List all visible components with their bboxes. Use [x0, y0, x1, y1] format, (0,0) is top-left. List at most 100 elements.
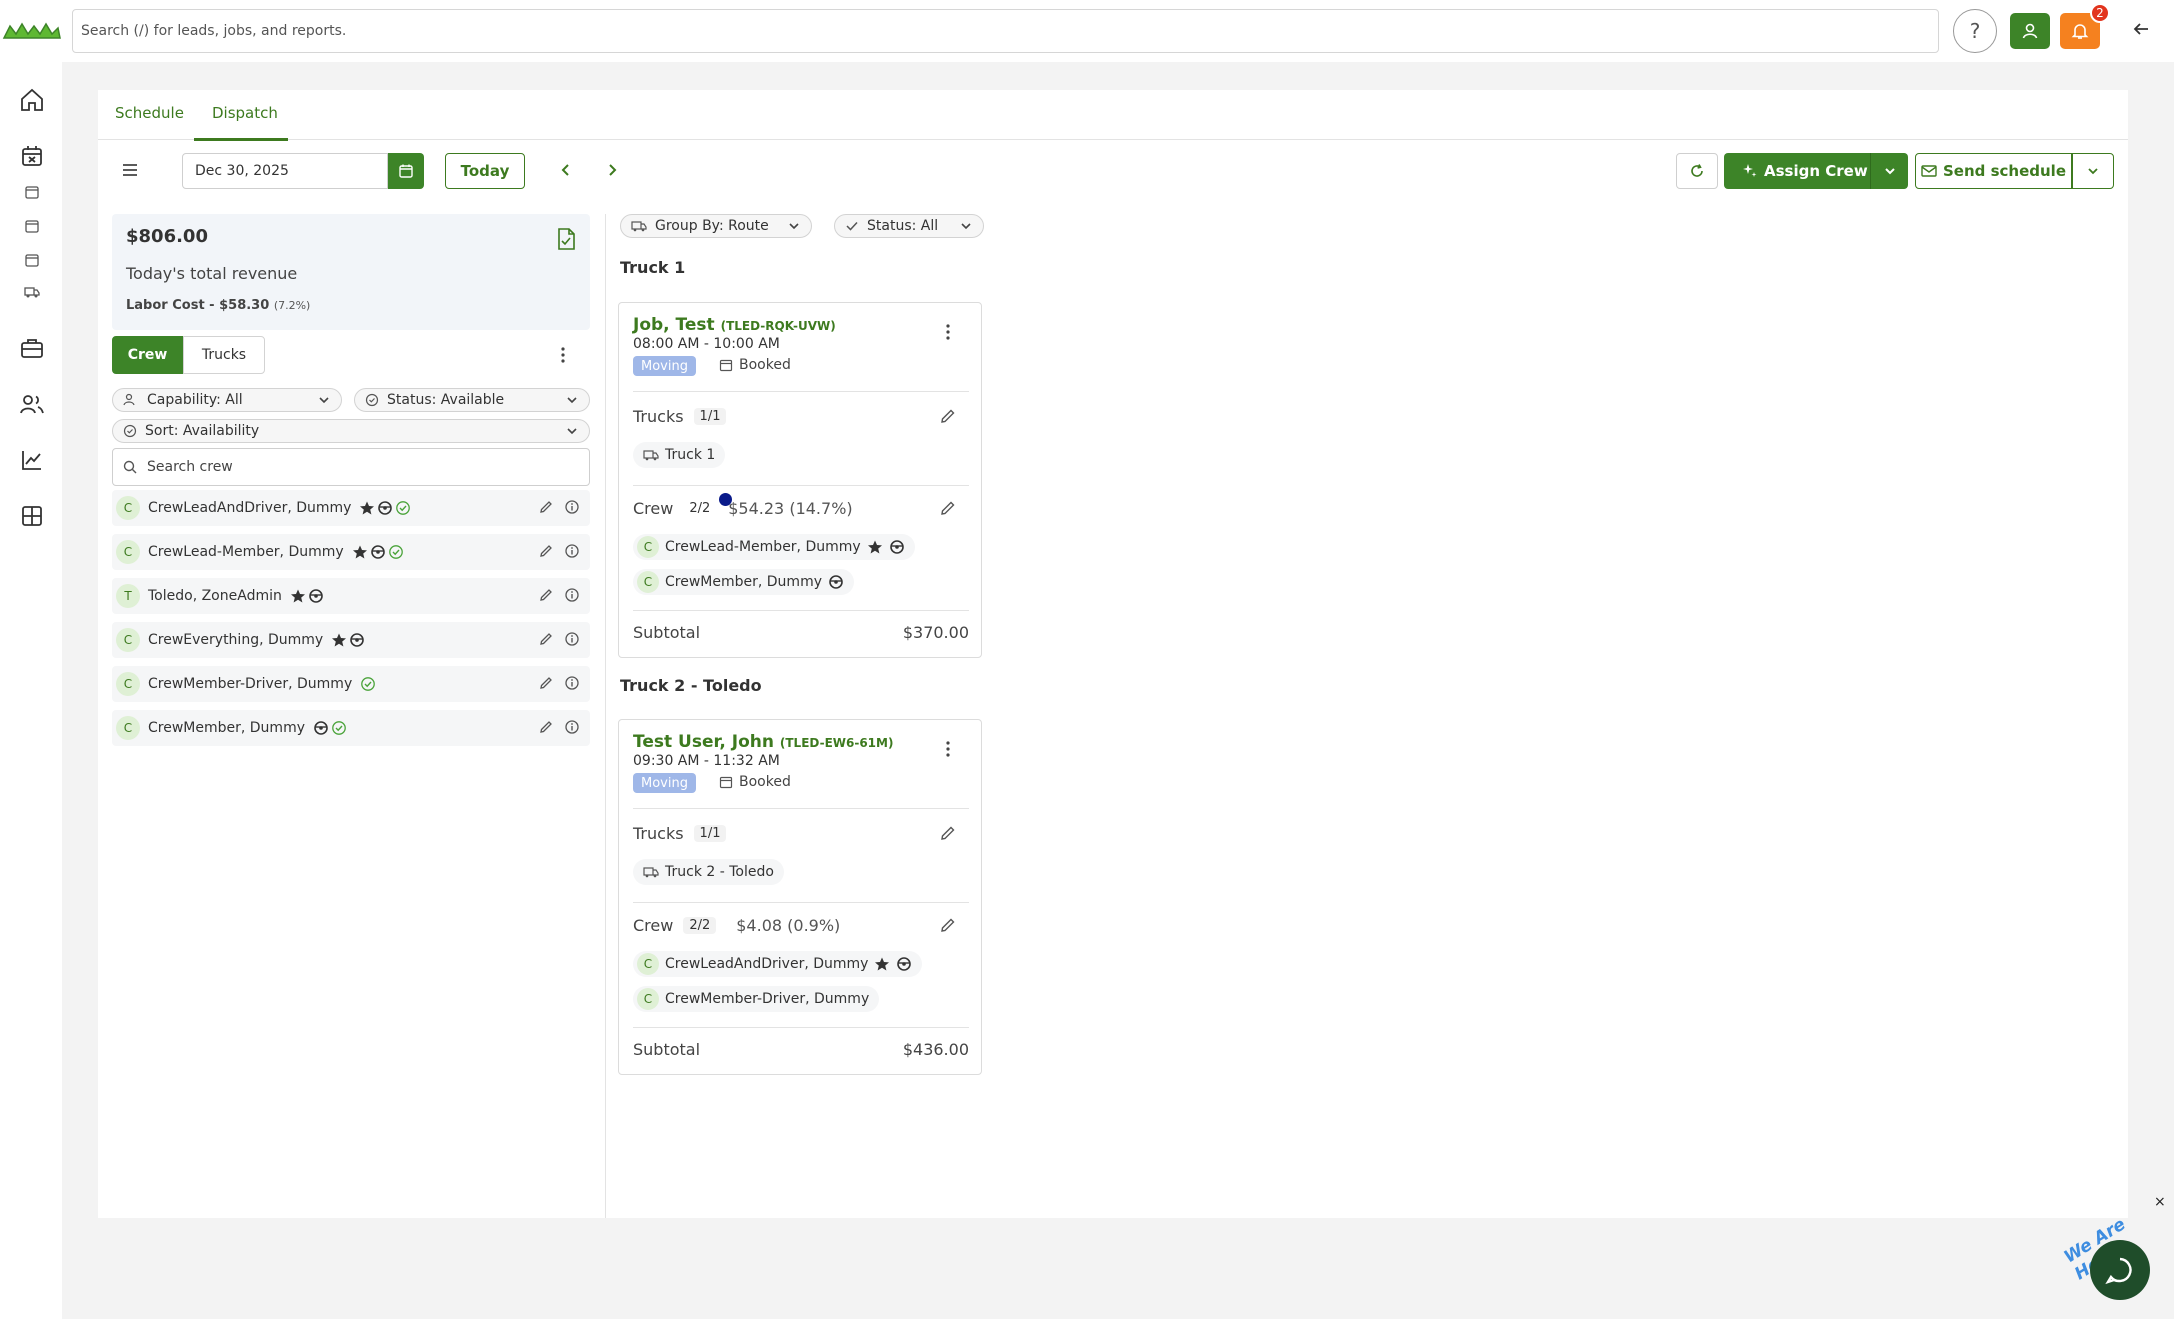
steering-wheel-icon: [889, 540, 904, 554]
edit-icon[interactable]: [538, 675, 554, 691]
crew-member-chip[interactable]: C CrewLead-Member, Dummy: [633, 534, 915, 560]
labor-cost: Labor Cost - $58.30 (7.2%): [126, 298, 311, 313]
help-button[interactable]: ?: [1953, 9, 1997, 53]
notification-count-badge: 2: [2090, 3, 2110, 23]
tab-dispatch[interactable]: Dispatch: [212, 104, 278, 122]
truck-icon: [643, 867, 659, 878]
app-logo[interactable]: [2, 20, 62, 42]
edit-icon[interactable]: [939, 407, 957, 425]
job-name[interactable]: Test User, John (TLED-EW6-61M): [633, 732, 893, 752]
info-icon[interactable]: [564, 587, 580, 603]
grid-icon[interactable]: [18, 502, 46, 530]
sort-filter[interactable]: Sort: Availability: [112, 419, 590, 443]
crew-row[interactable]: C CrewLeadAndDriver, Dummy: [112, 490, 590, 526]
refresh-icon: [1691, 164, 1703, 177]
calendar-days-icon[interactable]: [18, 246, 46, 274]
edit-icon[interactable]: [538, 587, 554, 603]
info-icon[interactable]: [564, 543, 580, 559]
chevron-down-icon: [961, 223, 971, 230]
crew-member-chip[interactable]: C CrewMember, Dummy: [633, 569, 854, 595]
trucks-toggle[interactable]: Trucks: [183, 336, 265, 374]
back-arrow-icon[interactable]: [2132, 20, 2150, 38]
date-input[interactable]: Dec 30, 2025: [182, 153, 388, 189]
capability-filter[interactable]: Capability: All: [112, 388, 342, 412]
today-button[interactable]: Today: [445, 153, 525, 189]
crew-row[interactable]: C CrewMember, Dummy: [112, 710, 590, 746]
edit-icon[interactable]: [939, 916, 957, 934]
chart-line-icon[interactable]: [18, 446, 46, 474]
crew-search-input[interactable]: Search crew: [112, 448, 590, 486]
crew-row[interactable]: C CrewEverything, Dummy: [112, 622, 590, 658]
tab-schedule[interactable]: Schedule: [115, 104, 184, 122]
crew-name: CrewMember, Dummy: [148, 720, 305, 736]
send-schedule-dropdown[interactable]: [2072, 153, 2114, 189]
crew-name: CrewEverything, Dummy: [148, 632, 324, 648]
crew-member-chip[interactable]: C CrewLeadAndDriver, Dummy: [633, 951, 923, 977]
truck-icon[interactable]: [18, 278, 46, 306]
crew-row[interactable]: C CrewLead-Member, Dummy: [112, 534, 590, 570]
next-day-icon[interactable]: [604, 162, 620, 178]
mail-icon: [1921, 165, 1937, 177]
steering-wheel-icon: [314, 721, 328, 735]
divider: [633, 902, 969, 903]
edit-icon[interactable]: [538, 719, 554, 735]
users-icon[interactable]: [18, 390, 46, 418]
chat-launcher-button[interactable]: [2090, 1240, 2150, 1300]
board-status-filter[interactable]: Status: All: [834, 214, 984, 238]
briefcase-icon[interactable]: [18, 334, 46, 362]
job-card[interactable]: Test User, John (TLED-EW6-61M) 09:30 AM …: [618, 719, 982, 1075]
crew-row[interactable]: T Toledo, ZoneAdmin: [112, 578, 590, 614]
crew-name: CrewLeadAndDriver, Dummy: [148, 500, 352, 516]
crew-row[interactable]: C CrewMember-Driver, Dummy: [112, 666, 590, 702]
info-icon[interactable]: [564, 675, 580, 691]
info-icon[interactable]: [564, 719, 580, 735]
calendar-icon[interactable]: [18, 212, 46, 240]
crew-toggle[interactable]: Crew: [112, 336, 183, 374]
divider: [633, 1027, 969, 1028]
star-icon: [360, 501, 375, 515]
calendar-clock-icon[interactable]: [18, 178, 46, 206]
send-schedule-button[interactable]: Send schedule: [1915, 153, 2072, 189]
edit-icon[interactable]: [939, 499, 957, 517]
crew-member-chip[interactable]: C CrewMember-Driver, Dummy: [633, 986, 880, 1012]
crew-name: CrewLead-Member, Dummy: [148, 544, 344, 560]
more-options-icon[interactable]: [945, 323, 951, 341]
job-name[interactable]: Job, Test (TLED-RQK-UVW): [633, 315, 836, 335]
star-icon: [332, 633, 347, 647]
edit-icon[interactable]: [538, 499, 554, 515]
prev-day-icon[interactable]: [558, 162, 574, 178]
user-button[interactable]: [2010, 13, 2050, 49]
check-circle-icon: [332, 721, 346, 735]
calendar-x-icon[interactable]: [18, 142, 46, 170]
steering-wheel-icon: [897, 957, 912, 971]
divider: [633, 610, 969, 611]
group-by-filter[interactable]: Group By: Route: [620, 214, 812, 238]
job-card[interactable]: Job, Test (TLED-RQK-UVW) 08:00 AM - 10:0…: [618, 302, 982, 658]
refresh-button[interactable]: [1676, 153, 1718, 189]
top-bar: Search (/) for leads, jobs, and reports.…: [0, 0, 2174, 62]
total-revenue-label: Today's total revenue: [126, 264, 298, 283]
assign-crew-dropdown[interactable]: [1870, 153, 1908, 189]
menu-icon[interactable]: [120, 160, 140, 180]
truck-chip[interactable]: Truck 2 - Toledo: [633, 859, 784, 885]
edit-icon[interactable]: [538, 631, 554, 647]
job-status: Booked: [719, 774, 791, 790]
avatar: C: [116, 540, 140, 564]
truck-chip[interactable]: Truck 1: [633, 442, 726, 468]
trucks-section-label: Trucks 1/1: [633, 824, 727, 843]
more-options-icon[interactable]: [560, 346, 566, 364]
avatar: C: [116, 628, 140, 652]
date-picker-button[interactable]: [388, 153, 424, 189]
more-options-icon[interactable]: [945, 740, 951, 758]
info-icon[interactable]: [564, 631, 580, 647]
global-search-input[interactable]: Search (/) for leads, jobs, and reports.: [72, 9, 1939, 53]
edit-icon[interactable]: [939, 824, 957, 842]
edit-icon[interactable]: [538, 543, 554, 559]
job-time: 08:00 AM - 10:00 AM: [633, 336, 780, 352]
status-filter[interactable]: Status: Available: [354, 388, 590, 412]
document-check-icon[interactable]: [556, 228, 576, 250]
avatar: C: [116, 496, 140, 520]
info-icon[interactable]: [564, 499, 580, 515]
home-icon[interactable]: [18, 86, 46, 114]
star-icon: [875, 957, 890, 971]
